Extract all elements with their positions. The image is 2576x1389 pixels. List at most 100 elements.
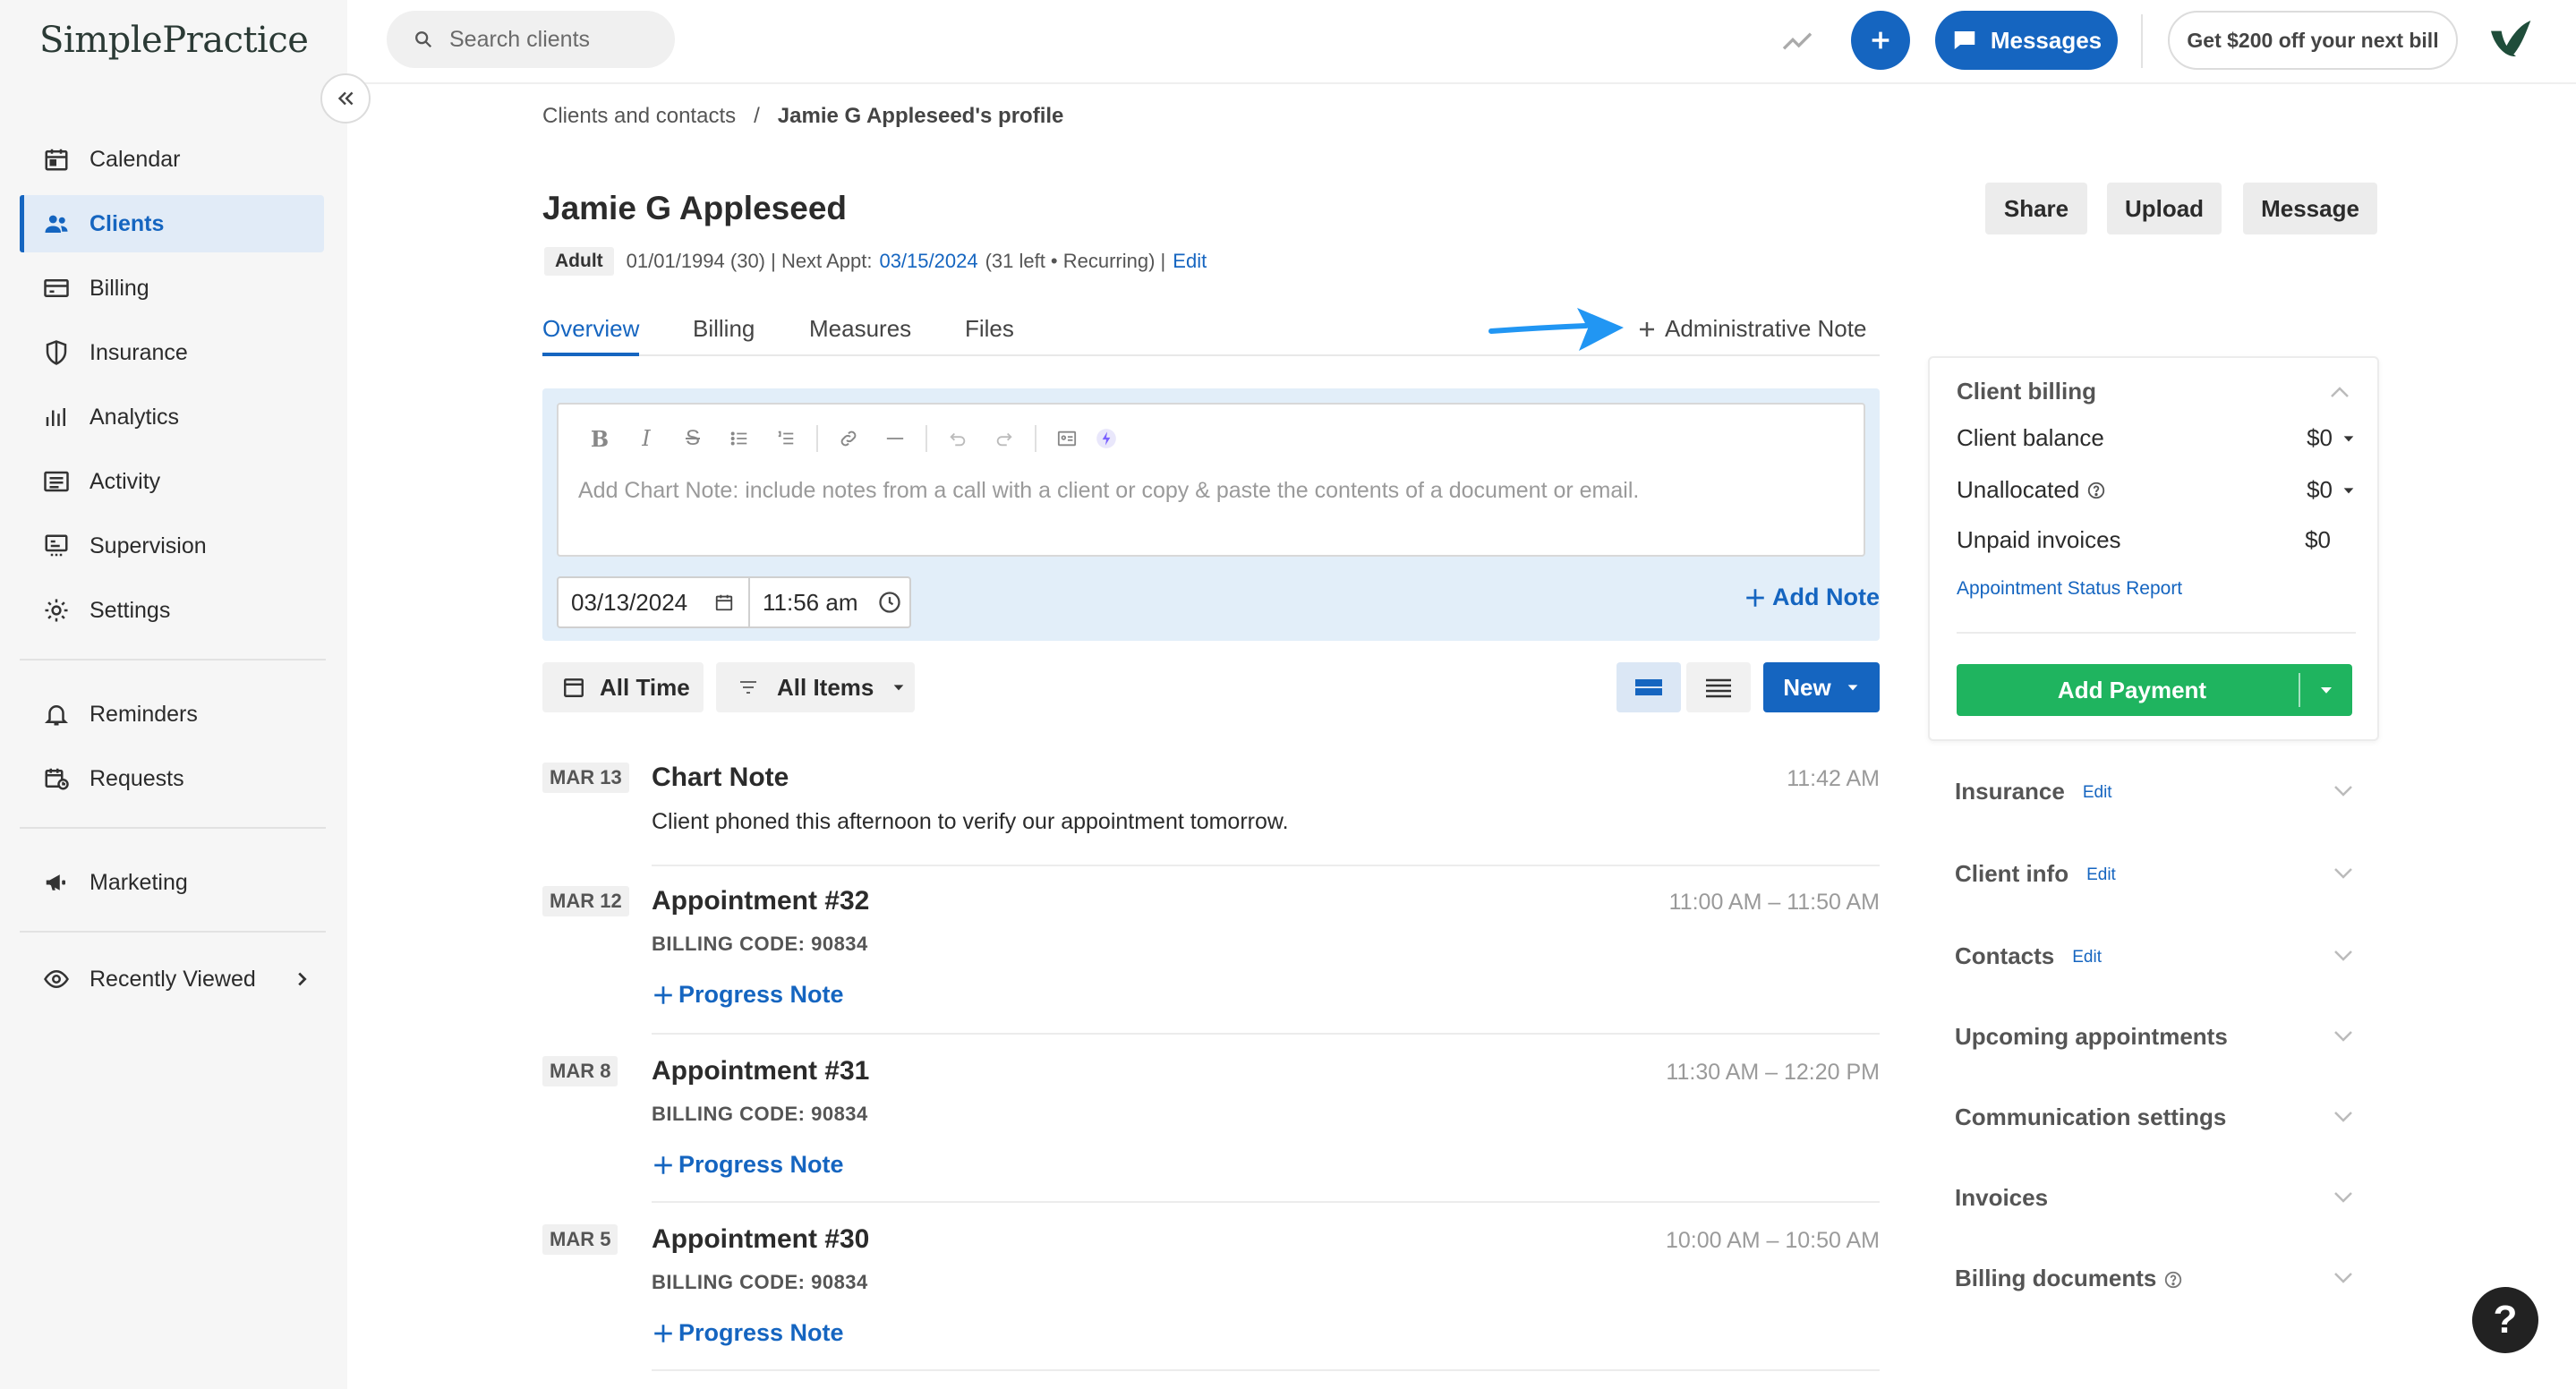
add-progress-note-button[interactable]: Progress Note (652, 1151, 844, 1179)
create-button[interactable] (1851, 11, 1910, 70)
tab-overview[interactable]: Overview (542, 315, 640, 356)
edit-client-link[interactable]: Edit (1173, 250, 1207, 273)
entry-title[interactable]: Appointment #31 (652, 1056, 869, 1086)
sidebar-item-billing[interactable]: Billing (20, 260, 324, 317)
promo-button[interactable]: Get $200 off your next bill (2168, 11, 2458, 70)
strikethrough-icon[interactable]: S (670, 421, 716, 456)
sidebar-item-clients[interactable]: Clients (20, 195, 324, 252)
undo-icon[interactable] (934, 421, 981, 456)
add-payment-button[interactable]: Add Payment (1957, 664, 2352, 716)
numbered-list-icon[interactable] (763, 421, 809, 456)
topbar-divider (2141, 14, 2143, 68)
appointment-status-report-link[interactable]: Appointment Status Report (1957, 578, 2182, 600)
billing-documents-section[interactable]: Billing documents (1955, 1260, 2354, 1296)
search-box[interactable] (387, 11, 675, 68)
sidebar-item-settings[interactable]: Settings (20, 582, 324, 639)
chevron-up-icon[interactable] (2329, 385, 2350, 399)
card-divider (1957, 632, 2356, 634)
entry-title[interactable]: Appointment #32 (652, 886, 869, 916)
bold-icon[interactable]: B (576, 421, 623, 456)
share-button[interactable]: Share (1985, 183, 2087, 234)
timeline-divider (652, 865, 1880, 866)
ai-assist-icon[interactable] (1090, 421, 1122, 456)
chart-note-editor[interactable]: B I S Add Chart Note: include notes from… (557, 403, 1865, 557)
appt-meta: (31 left • Recurring) | (985, 250, 1166, 272)
tab-measures[interactable]: Measures (809, 315, 911, 356)
redo-icon[interactable] (981, 421, 1028, 456)
sidebar-item-reminders[interactable]: Reminders (20, 686, 324, 743)
sidebar-item-analytics[interactable]: Analytics (20, 388, 324, 446)
note-date-field[interactable]: 03/13/2024 (557, 576, 750, 628)
add-progress-note-button[interactable]: Progress Note (652, 1319, 844, 1347)
insurance-section[interactable]: Insurance Edit (1955, 773, 2354, 809)
progress-note-label: Progress Note (678, 981, 844, 1008)
editor-toolbar: B I S (576, 421, 1122, 456)
help-circle-icon[interactable] (2163, 1270, 2183, 1290)
client-balance-row: Client balance $0 (1957, 424, 2356, 452)
sidebar-item-recently-viewed[interactable]: Recently Viewed (20, 950, 324, 1008)
sidebar-item-label: Billing (90, 275, 149, 301)
contacts-edit-link[interactable]: Edit (2072, 948, 2102, 967)
bullet-list-icon[interactable] (716, 421, 763, 456)
add-note-button[interactable]: Add Note (1744, 584, 1880, 611)
link-icon[interactable] (825, 421, 872, 456)
tab-files[interactable]: Files (965, 315, 1014, 356)
upload-button[interactable]: Upload (2107, 183, 2222, 234)
help-button[interactable]: ? (2472, 1287, 2538, 1353)
editor-placeholder: Add Chart Note: include notes from a cal… (578, 478, 1640, 503)
section-title: Insurance (1955, 777, 2065, 805)
sidebar-item-label: Requests (90, 765, 184, 791)
add-administrative-note-button[interactable]: Administrative Note (1636, 315, 1866, 343)
sidebar-item-marketing[interactable]: Marketing (20, 854, 324, 911)
client-billing-title[interactable]: Client billing (1957, 378, 2096, 405)
card-view-toggle[interactable] (1616, 662, 1681, 712)
next-appt-link[interactable]: 03/15/2024 (879, 250, 977, 273)
contacts-section[interactable]: Contacts Edit (1955, 938, 2354, 974)
sidebar-item-calendar[interactable]: Calendar (20, 131, 324, 188)
sidebar-item-label: Clients (90, 210, 165, 236)
entry-title[interactable]: Chart Note (652, 763, 789, 793)
breadcrumb-current: Jamie G Appleseed's profile (777, 104, 1064, 128)
tab-billing[interactable]: Billing (693, 315, 755, 356)
time-filter-button[interactable]: All Time (542, 662, 704, 712)
timeline-entry: MAR 5 Appointment #30 10:00 AM – 10:50 A… (542, 1224, 1880, 1368)
sidebar-item-activity[interactable]: Activity (20, 453, 324, 510)
search-input[interactable] (449, 26, 655, 53)
insurance-edit-link[interactable]: Edit (2083, 783, 2112, 803)
sidebar-item-supervision[interactable]: Supervision (20, 517, 324, 575)
new-item-button[interactable]: New (1763, 662, 1880, 712)
trend-icon[interactable] (1779, 23, 1815, 59)
insert-template-icon[interactable] (1044, 421, 1090, 456)
invoices-section[interactable]: Invoices (1955, 1180, 2354, 1215)
section-title: Client info (1955, 859, 2069, 887)
list-view-toggle[interactable] (1686, 662, 1751, 712)
client-info-section[interactable]: Client info Edit (1955, 856, 2354, 891)
app-logo[interactable]: SimplePractice (39, 20, 309, 61)
communication-settings-section[interactable]: Communication settings (1955, 1099, 2354, 1135)
entry-date-badge: MAR 12 (542, 886, 629, 916)
sidebar-item-label: Marketing (90, 869, 188, 895)
client-info-edit-link[interactable]: Edit (2086, 865, 2116, 885)
plus-icon (652, 1322, 675, 1345)
sidebar-item-requests[interactable]: Requests (20, 750, 324, 807)
sidebar-item-insurance[interactable]: Insurance (20, 324, 324, 381)
unallocated-dropdown[interactable]: $0 (2307, 476, 2356, 504)
account-avatar[interactable] (2485, 14, 2535, 64)
note-time-field[interactable]: 11:56 am (748, 576, 911, 628)
entry-title[interactable]: Appointment #30 (652, 1224, 869, 1255)
upcoming-appointments-section[interactable]: Upcoming appointments (1955, 1018, 2354, 1054)
help-circle-icon[interactable] (2086, 481, 2106, 500)
caret-down-icon (891, 680, 906, 694)
messages-button[interactable]: Messages (1935, 11, 2118, 70)
add-progress-note-button[interactable]: Progress Note (652, 981, 844, 1009)
collapse-sidebar-button[interactable] (320, 73, 371, 124)
client-balance-dropdown[interactable]: $0 (2307, 424, 2356, 452)
message-button[interactable]: Message (2243, 183, 2377, 234)
supervision-icon (20, 533, 81, 559)
italic-icon[interactable]: I (623, 421, 670, 456)
add-payment-dropdown[interactable] (2299, 673, 2352, 707)
horizontal-rule-icon[interactable] (872, 421, 918, 456)
caret-down-icon (1846, 680, 1860, 694)
items-filter-button[interactable]: All Items (716, 662, 915, 712)
breadcrumb-clients-link[interactable]: Clients and contacts (542, 104, 736, 129)
